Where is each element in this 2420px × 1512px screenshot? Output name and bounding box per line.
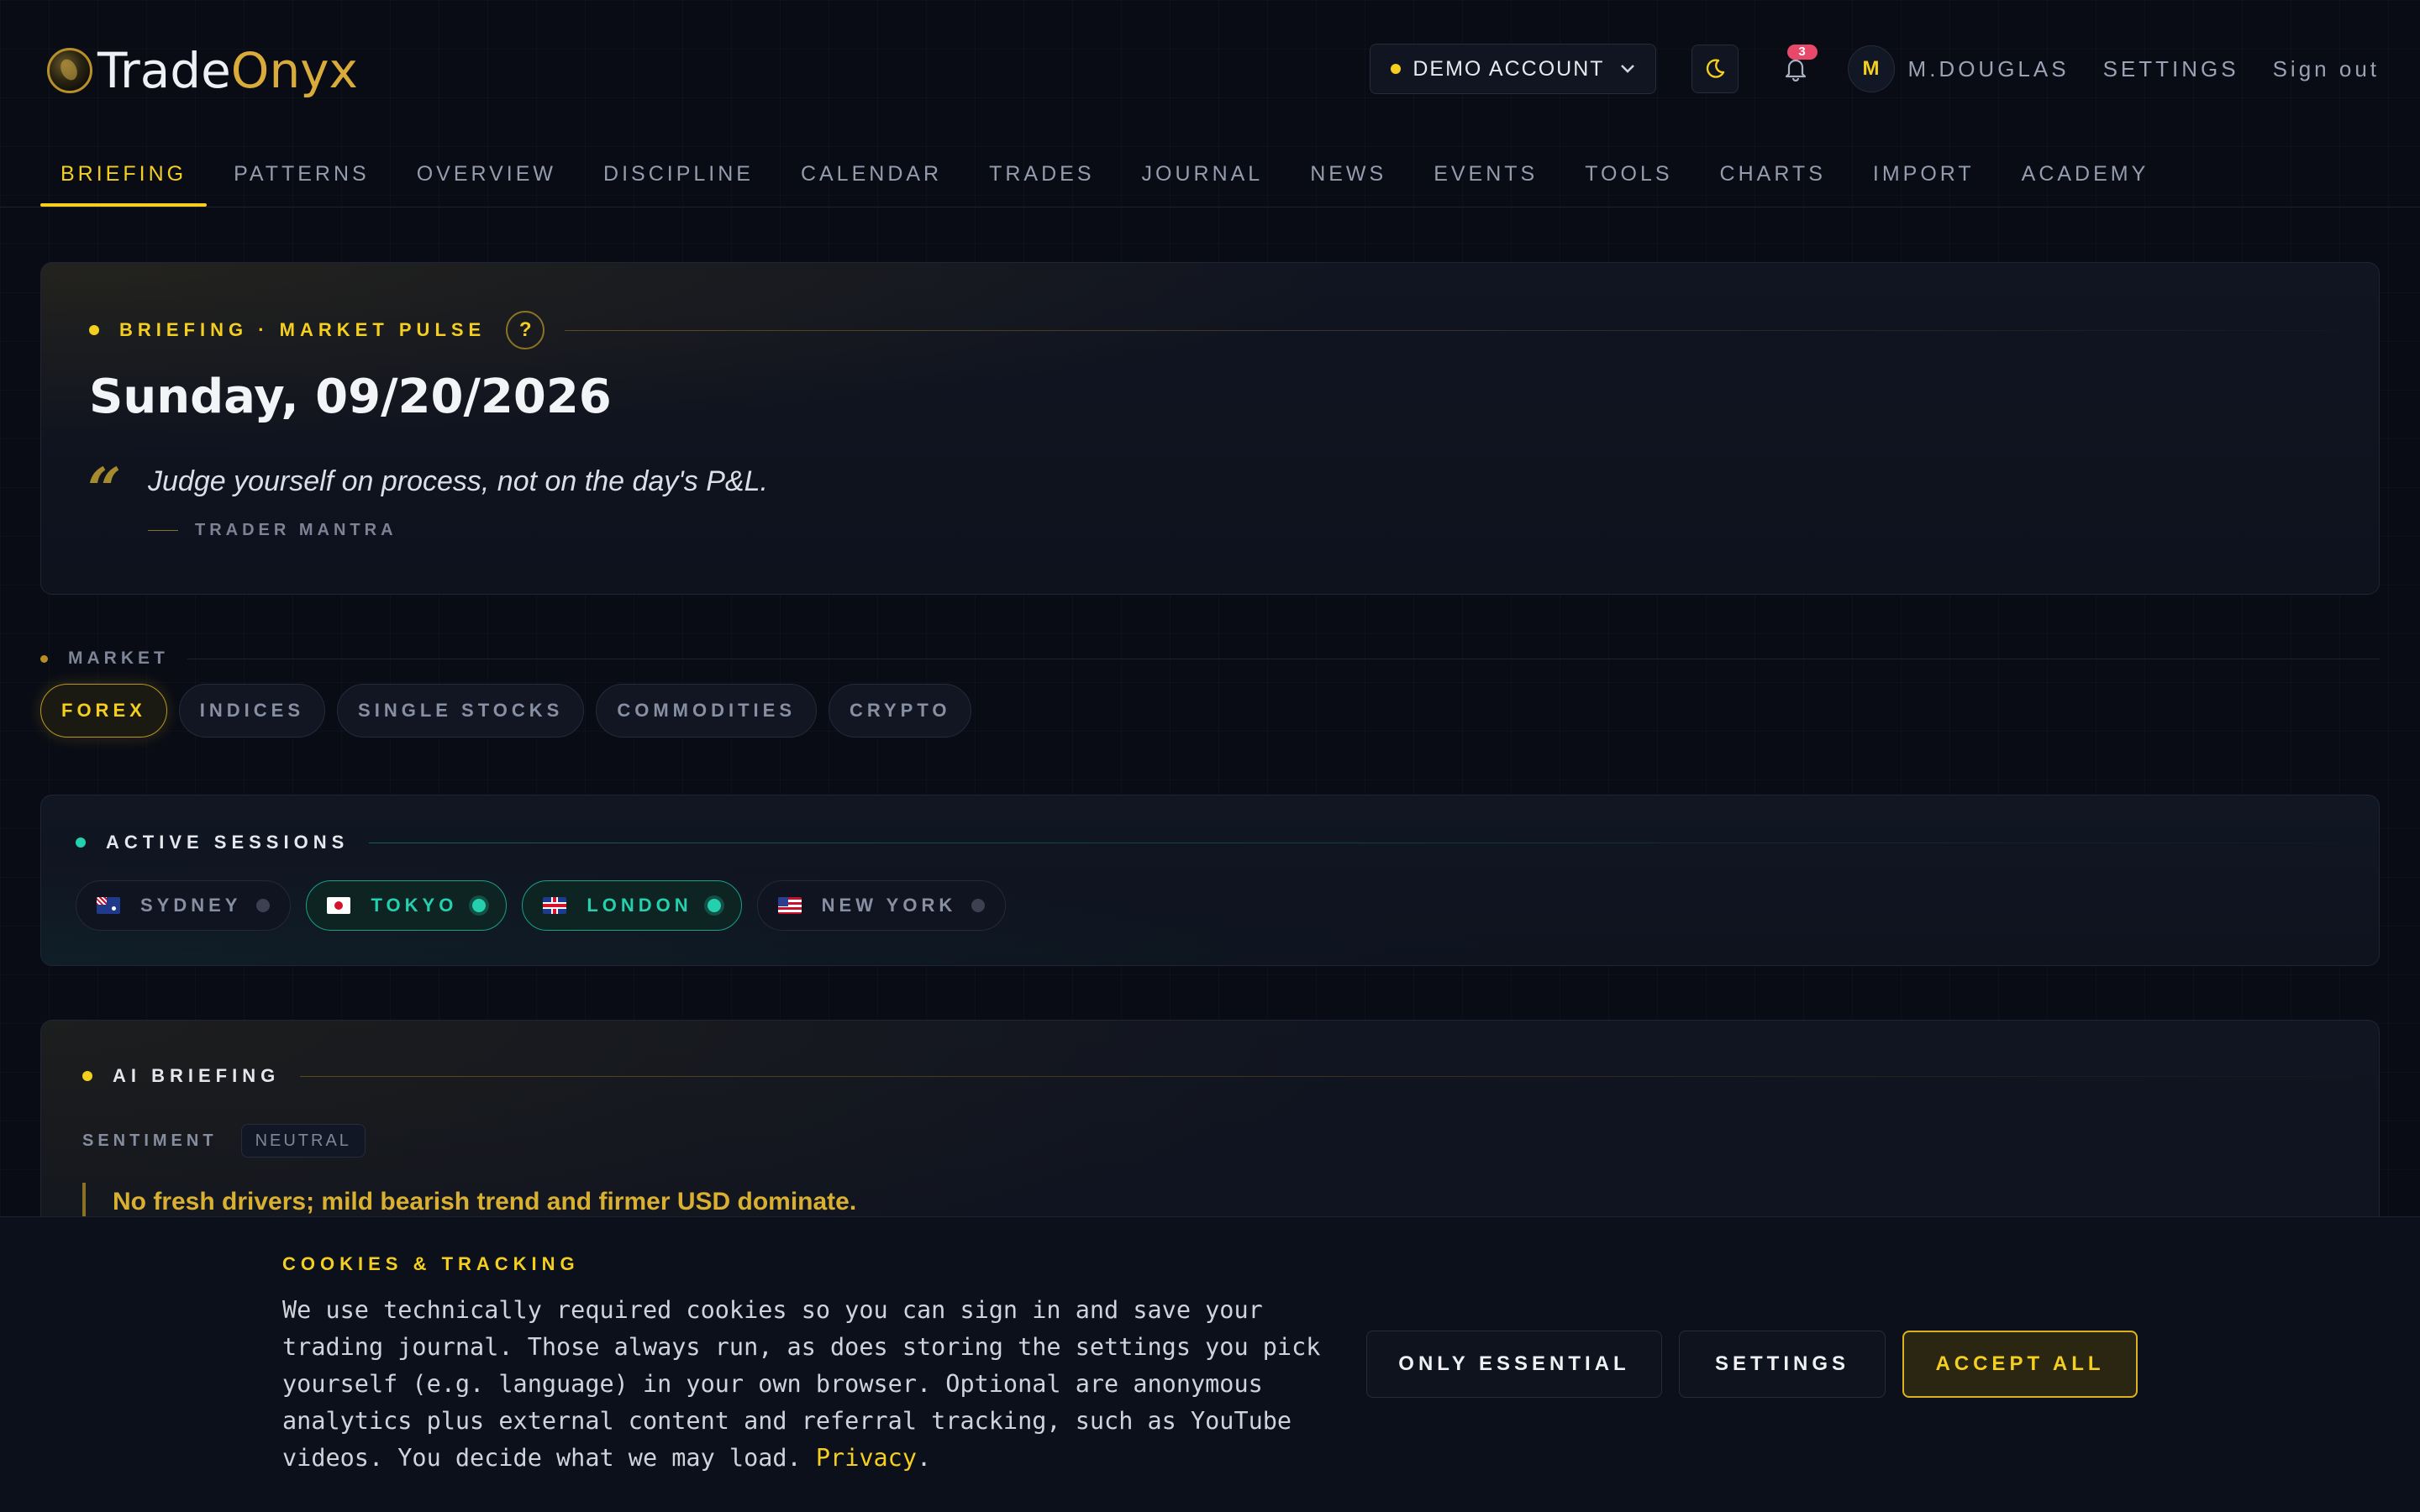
session-name: TOKYO	[371, 895, 458, 916]
ai-briefing-title: AI BRIEFING	[113, 1065, 281, 1086]
eyebrow-rule	[565, 329, 2341, 331]
active-sessions-title: ACTIVE SESSIONS	[106, 832, 350, 853]
account-status-dot	[1391, 64, 1402, 74]
ai-briefing-eyebrow: AI BRIEFING	[82, 1065, 2351, 1087]
session-name: LONDON	[587, 895, 692, 916]
top-header: TradeOnyx DEMO ACCOUNT 3 M M.DOUGLAS SET…	[0, 0, 2420, 139]
settings-link[interactable]: SETTINGS	[2103, 56, 2239, 82]
sentiment-badge: NEUTRAL	[240, 1124, 366, 1158]
tab-charts[interactable]: CHARTS	[1700, 139, 1846, 208]
brand-name: TradeOnyx	[97, 46, 358, 95]
cookie-text-body: We use technically required cookies so y…	[282, 1296, 1321, 1472]
brand-name-part1: Trade	[97, 42, 231, 99]
ai-rule	[300, 1075, 2351, 1077]
privacy-link[interactable]: Privacy	[816, 1444, 917, 1472]
market-option-commodities[interactable]: COMMODITIES	[596, 684, 818, 738]
quote-source: TRADER MANTRA	[148, 521, 397, 540]
eyebrow-dot	[89, 325, 99, 335]
tab-discipline[interactable]: DISCIPLINE	[583, 139, 774, 208]
chevron-down-icon	[1620, 65, 1634, 73]
sentiment-row: SENTIMENT NEUTRAL	[82, 1124, 366, 1158]
market-label-dot	[40, 654, 48, 663]
brand-logo[interactable]: TradeOnyx	[47, 42, 358, 99]
australia-flag-icon	[97, 897, 120, 914]
username-link[interactable]: M.DOUGLAS	[1908, 56, 2070, 82]
bell-icon	[1785, 59, 1806, 81]
tab-patterns[interactable]: PATTERNS	[213, 139, 390, 208]
quote-source-dash	[148, 529, 178, 532]
cookie-title: COOKIES & TRACKING	[282, 1253, 580, 1274]
main-nav: BRIEFING PATTERNS OVERVIEW DISCIPLINE CA…	[40, 139, 2175, 208]
sentiment-label: SENTIMENT	[82, 1131, 218, 1150]
session-status-indicator	[707, 899, 721, 912]
moon-icon	[1706, 59, 1724, 78]
session-name: NEW YORK	[821, 895, 957, 916]
tab-tools[interactable]: TOOLS	[1565, 139, 1692, 208]
market-label-text: MARKET	[68, 648, 169, 668]
market-option-forex[interactable]: FOREX	[40, 684, 167, 738]
market-option-crypto[interactable]: CRYPTO	[829, 684, 972, 738]
brand-name-part2: Onyx	[230, 42, 358, 99]
session-sydney[interactable]: SYDNEY	[76, 880, 292, 931]
account-label: DEMO ACCOUNT	[1413, 56, 1605, 81]
active-sessions-eyebrow: ACTIVE SESSIONS	[76, 832, 2344, 853]
cookie-settings-button[interactable]: SETTINGS	[1679, 1331, 1886, 1398]
uk-flag-icon	[543, 897, 567, 914]
quote-source-text: TRADER MANTRA	[195, 521, 397, 539]
session-new-york[interactable]: NEW YORK	[756, 880, 1007, 931]
help-button[interactable]: ?	[506, 311, 545, 349]
japan-flag-icon	[327, 897, 351, 914]
tab-import[interactable]: IMPORT	[1853, 139, 1995, 208]
market-option-indices[interactable]: INDICES	[178, 684, 326, 738]
logo-globe-icon	[47, 48, 92, 93]
session-list: SYDNEY TOKYO LONDON NEW YORK	[76, 880, 1007, 931]
page-title: Sunday, 09/20/2026	[89, 370, 612, 424]
theme-toggle-button[interactable]	[1691, 45, 1739, 93]
cookie-text-period: .	[917, 1444, 932, 1472]
account-switcher-button[interactable]: DEMO ACCOUNT	[1370, 44, 1656, 94]
daily-quote: Judge yourself on process, not on the da…	[148, 465, 768, 497]
tab-academy[interactable]: ACADEMY	[2002, 139, 2170, 208]
cookie-description: We use technically required cookies so y…	[282, 1292, 1333, 1477]
tab-calendar[interactable]: CALENDAR	[781, 139, 962, 208]
only-essential-button[interactable]: ONLY ESSENTIAL	[1366, 1331, 1662, 1398]
session-london[interactable]: LONDON	[522, 880, 742, 931]
session-status-indicator	[256, 899, 271, 912]
session-name: SYDNEY	[140, 895, 242, 916]
header-actions: DEMO ACCOUNT 3 M M.DOUGLAS SETTINGS Sign…	[1370, 44, 2380, 94]
notifications-button[interactable]: 3	[1772, 45, 1819, 93]
session-status-indicator	[971, 899, 986, 912]
market-pulse-eyebrow-text: BRIEFING · MARKET PULSE	[119, 319, 487, 340]
sessions-dot	[76, 837, 86, 848]
tab-events[interactable]: EVENTS	[1413, 139, 1558, 208]
market-selector: FOREX INDICES SINGLE STOCKS COMMODITIES …	[40, 684, 972, 738]
market-pulse-eyebrow: BRIEFING · MARKET PULSE ?	[89, 311, 2341, 349]
avatar[interactable]: M	[1847, 45, 1895, 92]
market-section-label: MARKET	[40, 648, 2380, 669]
session-status-indicator	[472, 899, 487, 912]
tab-trades[interactable]: TRADES	[969, 139, 1114, 208]
session-tokyo[interactable]: TOKYO	[306, 880, 508, 931]
notifications-count-badge: 3	[1786, 45, 1818, 60]
tab-overview[interactable]: OVERVIEW	[397, 139, 576, 208]
market-option-single-stocks[interactable]: SINGLE STOCKS	[337, 684, 585, 738]
tab-briefing[interactable]: BRIEFING	[40, 139, 208, 208]
quote-mark-icon: “	[87, 454, 122, 524]
tab-news[interactable]: NEWS	[1290, 139, 1407, 208]
us-flag-icon	[777, 897, 802, 914]
accept-all-button[interactable]: ACCEPT ALL	[1902, 1331, 2138, 1398]
tab-journal[interactable]: JOURNAL	[1122, 139, 1284, 208]
sign-out-link[interactable]: Sign out	[2273, 56, 2380, 82]
ai-dot	[82, 1071, 92, 1081]
